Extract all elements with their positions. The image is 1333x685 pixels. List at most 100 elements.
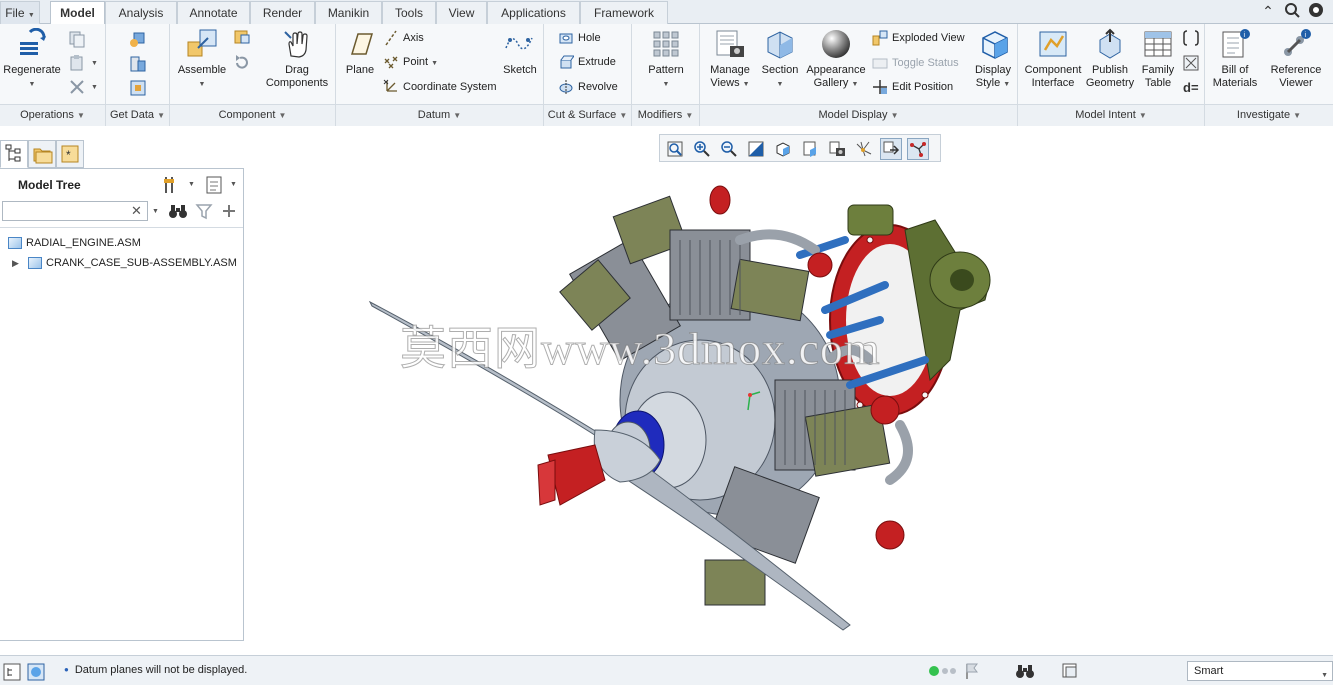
reference-viewer-button[interactable]: i Reference Viewer <box>1261 28 1331 90</box>
group-footer-investigate[interactable]: Investigate ▼ <box>1205 104 1333 126</box>
paste-icon[interactable] <box>68 54 86 72</box>
find-icon[interactable] <box>1015 662 1035 680</box>
user-defined-feature-icon[interactable] <box>128 30 148 50</box>
publish-geometry-button[interactable]: Publish Geometry <box>1084 28 1136 90</box>
exploded-view-button[interactable]: Exploded View <box>872 28 965 48</box>
graphics-window[interactable]: 莫西网www.3dmox.com <box>246 164 1333 652</box>
add-icon[interactable] <box>221 202 237 220</box>
group-footer-modifiers[interactable]: Modifiers ▼ <box>632 104 699 126</box>
chevron-down-icon[interactable]: ▼ <box>777 81 784 88</box>
chevron-up-icon[interactable]: ⌃ <box>1259 2 1277 20</box>
toggle-status-button[interactable]: Toggle Status <box>872 53 959 73</box>
group-footer-datum[interactable]: Datum ▼ <box>336 104 543 126</box>
clear-search-icon[interactable]: ✕ <box>131 203 142 219</box>
tab-model[interactable]: Model <box>50 1 105 25</box>
point-button[interactable]: Point ▼ <box>383 52 438 72</box>
regeneration-status-icon[interactable] <box>928 665 958 677</box>
group-footer-cut-surface[interactable]: Cut & Surface ▼ <box>544 104 631 126</box>
chevron-down-icon[interactable]: ▼ <box>663 81 670 88</box>
regenerate-button[interactable]: Regenerate ▼ <box>2 28 62 91</box>
perspective-view-button[interactable] <box>853 138 875 160</box>
tab-annotate[interactable]: Annotate <box>177 1 250 24</box>
chevron-down-icon[interactable]: ▼ <box>152 208 159 215</box>
browser-toggle-icon[interactable] <box>26 662 46 682</box>
repaint-button[interactable] <box>745 138 767 160</box>
sketch-button[interactable]: Sketch <box>500 28 540 77</box>
model-tree-search-input[interactable] <box>2 201 148 221</box>
annotation-display-button[interactable] <box>880 138 902 160</box>
chevron-down-icon: ▼ <box>27 12 35 19</box>
tree-item[interactable]: ▶ CRANK_CASE_SUB-ASSEMBLY.ASM <box>12 254 237 272</box>
tab-analysis[interactable]: Analysis <box>105 1 177 24</box>
chevron-down-icon[interactable]: ▼ <box>188 181 195 188</box>
expand-arrow-icon[interactable]: ▶ <box>12 254 28 272</box>
extrude-button[interactable]: Extrude <box>558 52 616 72</box>
display-style-button[interactable]: Display Style ▼ <box>970 28 1016 91</box>
search-icon[interactable] <box>1283 2 1301 20</box>
component-interface-button[interactable]: Component Interface <box>1022 28 1084 90</box>
chevron-down-icon[interactable]: ▼ <box>230 181 237 188</box>
relations-icon[interactable]: d= <box>1182 78 1200 96</box>
navigator-toggle-icon[interactable] <box>2 662 22 682</box>
datum-display-filters-button[interactable] <box>907 138 929 160</box>
family-table-button[interactable]: Family Table <box>1136 28 1180 90</box>
model-tree-tab[interactable] <box>0 140 28 168</box>
tree-settings-icon[interactable] <box>162 175 182 195</box>
appearance-gallery-button[interactable]: Appearance Gallery ▼ <box>802 28 870 91</box>
hole-button[interactable]: Hole <box>558 28 601 48</box>
edit-position-button[interactable]: Edit Position <box>872 77 953 97</box>
folder-browser-tab[interactable] <box>28 140 56 168</box>
tab-framework[interactable]: Framework <box>580 1 668 24</box>
pattern-button[interactable]: Pattern ▼ <box>636 28 696 91</box>
create-component-icon[interactable] <box>233 29 251 47</box>
axis-button[interactable]: Axis <box>383 28 424 48</box>
chevron-down-icon[interactable]: ▼ <box>91 84 98 91</box>
group-footer-operations[interactable]: Operations ▼ <box>0 104 105 126</box>
show-columns-icon[interactable] <box>205 175 223 195</box>
revolve-button[interactable]: Revolve <box>558 77 618 97</box>
filter-icon[interactable] <box>195 202 213 220</box>
binoculars-icon[interactable] <box>168 202 188 220</box>
shrinkwrap-icon[interactable] <box>128 78 148 98</box>
delete-icon[interactable] <box>68 78 86 96</box>
tab-applications[interactable]: Applications <box>487 1 580 24</box>
assemble-button[interactable]: Assemble ▼ <box>174 28 230 91</box>
manage-views-button[interactable]: Manage Views ▼ <box>704 28 756 91</box>
help-icon[interactable] <box>1307 2 1325 20</box>
watermark-text: 莫西网www.3dmox.com <box>400 323 881 375</box>
group-footer-get-data[interactable]: Get Data ▼ <box>106 104 169 126</box>
copy-geometry-icon[interactable] <box>128 54 148 74</box>
zoom-in-button[interactable] <box>691 138 713 160</box>
tab-render[interactable]: Render <box>250 1 315 24</box>
parameters-icon[interactable] <box>1182 29 1200 47</box>
tab-manikin[interactable]: Manikin <box>315 1 382 24</box>
refit-button[interactable] <box>664 138 686 160</box>
chevron-down-icon[interactable]: ▼ <box>199 81 206 88</box>
group-footer-model-intent[interactable]: Model Intent ▼ <box>1018 104 1204 126</box>
tab-tools[interactable]: Tools <box>382 1 436 24</box>
view-manager-button[interactable] <box>826 138 848 160</box>
zoom-out-button[interactable] <box>718 138 740 160</box>
display-style-toolbar-button[interactable] <box>772 138 794 160</box>
section-button[interactable]: Section ▼ <box>758 28 802 91</box>
copy-icon[interactable] <box>68 30 86 48</box>
selection-buffer-icon[interactable] <box>1060 661 1080 681</box>
flag-icon[interactable] <box>964 662 980 680</box>
plane-button[interactable]: Plane <box>340 28 380 77</box>
drag-components-button[interactable]: Drag Components <box>262 28 332 90</box>
saved-orientations-button[interactable] <box>799 138 821 160</box>
selection-filter-dropdown[interactable]: Smart ▼ <box>1187 661 1333 681</box>
chevron-down-icon[interactable]: ▼ <box>91 60 98 67</box>
group-footer-component[interactable]: Component ▼ <box>170 104 335 126</box>
chevron-down-icon[interactable]: ▼ <box>29 81 36 88</box>
coordinate-system-button[interactable]: Coordinate System <box>383 77 497 97</box>
tree-item[interactable]: RADIAL_ENGINE.ASM <box>8 234 141 252</box>
group-footer-model-display[interactable]: Model Display ▼ <box>700 104 1017 126</box>
repeat-icon[interactable] <box>233 54 251 72</box>
switch-dimensions-icon[interactable] <box>1182 54 1200 72</box>
bill-of-materials-button[interactable]: i Bill of Materials <box>1207 28 1263 90</box>
tab-file[interactable]: File ▼ <box>0 1 40 24</box>
favorites-tab[interactable]: * <box>56 140 84 168</box>
tab-view[interactable]: View <box>436 1 487 24</box>
chevron-down-icon: ▼ <box>157 111 165 120</box>
